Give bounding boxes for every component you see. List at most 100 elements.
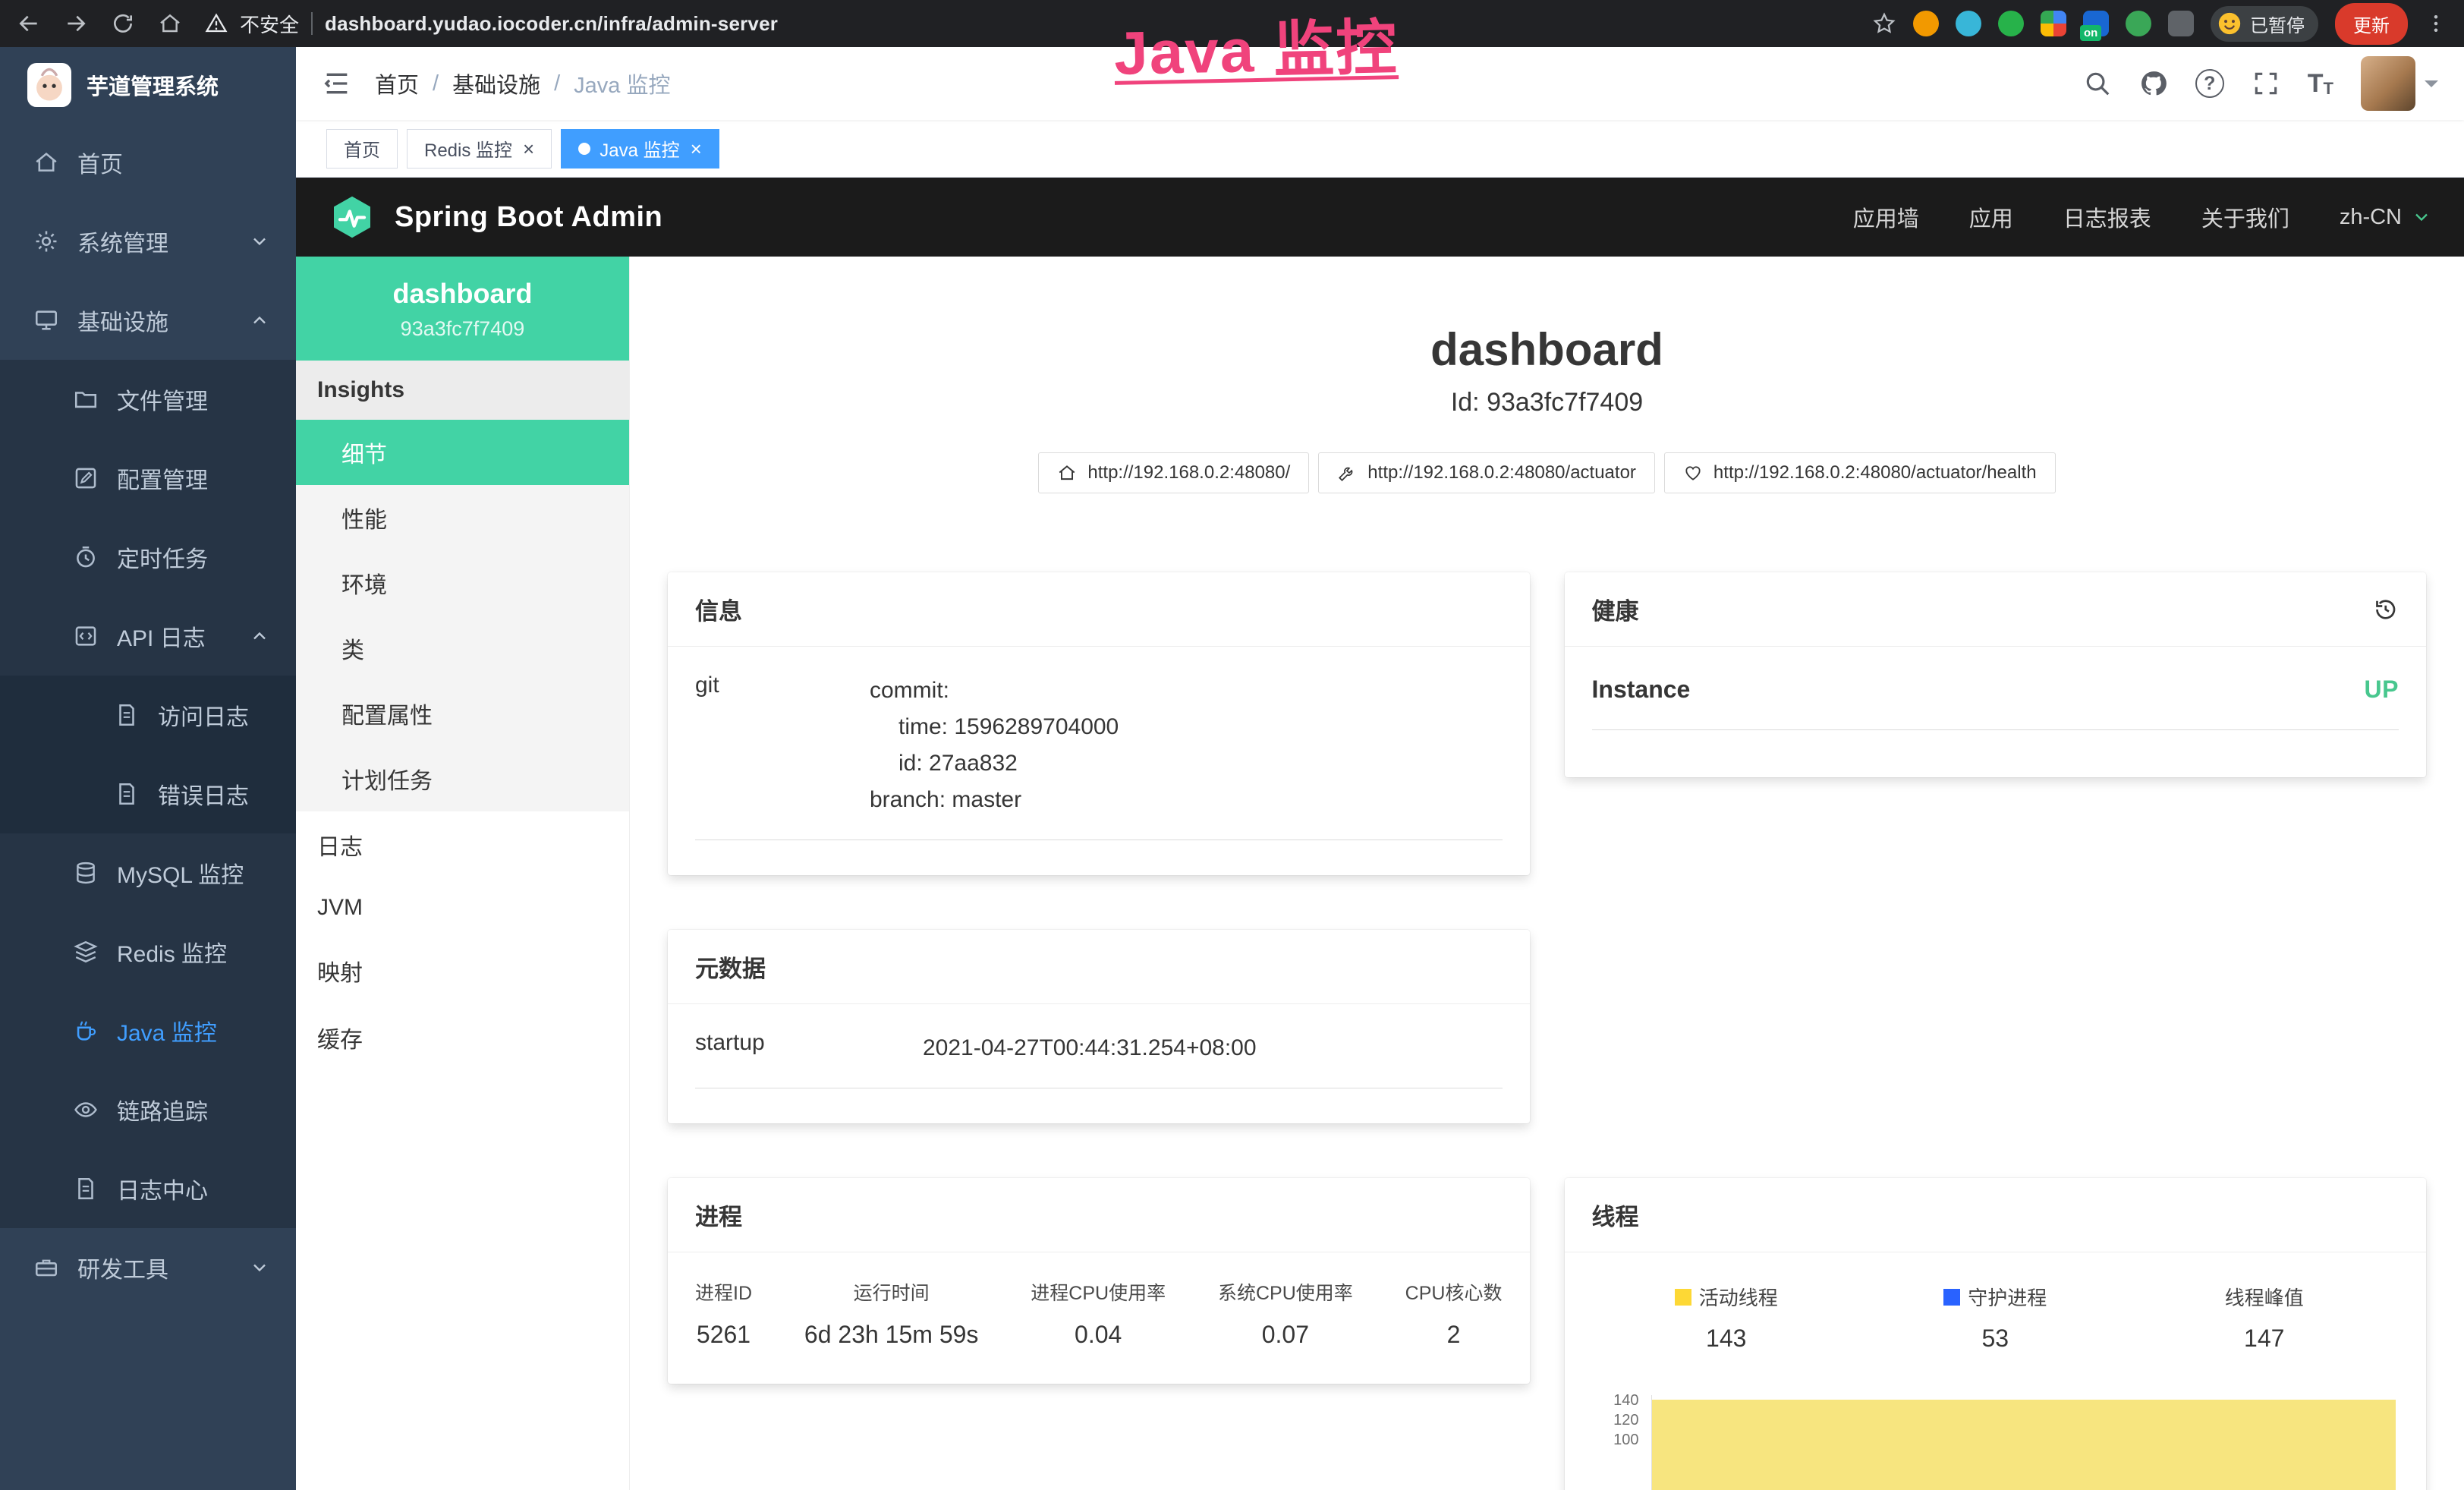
extension-icon[interactable] — [1998, 11, 2024, 36]
sidebar-item-config-management[interactable]: 配置管理 — [0, 439, 296, 518]
sidebar-item-access-logs[interactable]: 访问日志 — [0, 676, 296, 754]
sidebar-item-log-center[interactable]: 日志中心 — [0, 1149, 296, 1228]
sba-item-config-props[interactable]: 配置属性 — [296, 681, 629, 746]
sidebar-item-mysql-monitor[interactable]: MySQL 监控 — [0, 833, 296, 912]
sidebar-item-file-management[interactable]: 文件管理 — [0, 360, 296, 439]
sidebar-item-api-logs[interactable]: API 日志 — [0, 597, 296, 676]
sidebar-item-home[interactable]: 首页 — [0, 123, 296, 202]
extension-icon[interactable] — [2126, 11, 2151, 36]
sidebar-item-error-logs[interactable]: 错误日志 — [0, 754, 296, 833]
fullscreen-icon[interactable] — [2252, 69, 2280, 98]
sba-nav-wallboard[interactable]: 应用墙 — [1853, 201, 1919, 233]
bookmark-star-icon[interactable] — [1872, 11, 1896, 36]
sba-item-jvm[interactable]: JVM — [296, 878, 629, 937]
sba-nav-journal[interactable]: 日志报表 — [2063, 201, 2151, 233]
sba-item-caches[interactable]: 缓存 — [296, 1004, 629, 1071]
search-icon[interactable] — [2083, 69, 2112, 98]
git-branch-line: branch: master — [870, 782, 1503, 818]
browser-home-icon[interactable] — [158, 11, 182, 36]
update-label: 更新 — [2353, 11, 2390, 37]
sba-brand-title: Spring Boot Admin — [395, 201, 662, 234]
forward-icon[interactable] — [64, 11, 88, 36]
sidebar-item-java-monitor[interactable]: Java 监控 — [0, 991, 296, 1070]
app-logo-row[interactable]: 芋道管理系统 — [0, 47, 296, 123]
info-card: 信息 git commit: time: 1596289704000 id: 2… — [668, 572, 1530, 875]
breadcrumb-item-current: Java 监控 — [574, 68, 670, 99]
browser-menu-icon[interactable] — [2425, 12, 2447, 35]
table-row: Instance UP — [1592, 673, 2399, 730]
chevron-up-icon — [249, 625, 270, 647]
font-size-icon[interactable]: TT — [2308, 69, 2333, 99]
profile-avatar-icon — [2217, 11, 2242, 36]
actuator-url-button[interactable]: http://192.168.0.2:48080/actuator — [1318, 452, 1655, 493]
extension-icon[interactable] — [1913, 11, 1939, 36]
address-bar[interactable]: 不安全 dashboard.yudao.iocoder.cn/infra/adm… — [205, 10, 1849, 38]
back-icon[interactable] — [17, 11, 41, 36]
sba-item-performance[interactable]: 性能 — [296, 485, 629, 550]
tab-java-monitor[interactable]: Java 监控 × — [561, 129, 719, 169]
breadcrumb-item[interactable]: 基础设施 — [452, 68, 540, 99]
close-icon[interactable]: × — [691, 139, 702, 159]
update-button[interactable]: 更新 — [2335, 3, 2408, 45]
sba-header: Spring Boot Admin 应用墙 应用 日志报表 关于我们 zh-CN — [296, 178, 2464, 257]
sba-item-mappings[interactable]: 映射 — [296, 937, 629, 1004]
card-title: 元数据 — [695, 950, 766, 984]
tab-redis-monitor[interactable]: Redis 监控 × — [407, 129, 552, 169]
sba-sidebar: dashboard 93a3fc7f7409 Insights 细节 性能 环境… — [296, 257, 630, 1490]
chart-y-axis: 140 120 100 — [1592, 1395, 1651, 1490]
sidebar-item-infrastructure[interactable]: 基础设施 — [0, 281, 296, 360]
row-value: 2021-04-27T00:44:31.254+08:00 — [923, 1030, 1503, 1066]
legend-value: 147 — [2130, 1325, 2399, 1353]
sba-item-classes[interactable]: 类 — [296, 616, 629, 681]
extension-icon[interactable] — [2041, 11, 2066, 36]
sba-item-details[interactable]: 细节 — [296, 420, 629, 485]
health-card: 健康 Instance UP — [1565, 572, 2427, 777]
extension-icon[interactable] — [1956, 11, 1981, 36]
process-col: 进程CPU使用率 0.04 — [1031, 1278, 1166, 1349]
url-text: dashboard.yudao.iocoder.cn/infra/admin-s… — [325, 12, 778, 36]
sba-item-logs[interactable]: 日志 — [296, 811, 629, 878]
legend-square-yellow — [1675, 1289, 1691, 1306]
breadcrumb-separator: / — [433, 71, 439, 96]
avatar[interactable] — [2361, 56, 2415, 111]
tab-home[interactable]: 首页 — [326, 129, 398, 169]
sync-paused-badge[interactable]: 已暂停 — [2211, 6, 2318, 42]
sidebar-item-dev-tools[interactable]: 研发工具 — [0, 1228, 296, 1307]
sba-nav-applications[interactable]: 应用 — [1969, 201, 2013, 233]
sidebar-item-scheduled-tasks[interactable]: 定时任务 — [0, 518, 296, 597]
sidebar-item-label: 首页 — [77, 146, 123, 179]
cell-value: 2 — [1405, 1321, 1503, 1349]
paused-label: 已暂停 — [2250, 11, 2305, 37]
threads-chart: 140 120 100 — [1592, 1395, 2399, 1490]
legend-value: 143 — [1592, 1325, 1861, 1353]
close-icon[interactable]: × — [523, 139, 534, 159]
edit-icon — [73, 465, 99, 491]
document-icon — [114, 781, 140, 807]
active-threads-area — [1652, 1400, 2396, 1490]
breadcrumb-item[interactable]: 首页 — [375, 68, 419, 99]
sidebar-item-system[interactable]: 系统管理 — [0, 202, 296, 281]
instance-header[interactable]: dashboard 93a3fc7f7409 — [296, 257, 629, 361]
locale-selector[interactable]: zh-CN — [2340, 205, 2432, 230]
health-url-button[interactable]: http://192.168.0.2:48080/actuator/health — [1664, 452, 2056, 493]
sidebar-item-redis-monitor[interactable]: Redis 监控 — [0, 912, 296, 991]
extension-icon[interactable]: on — [2083, 11, 2109, 36]
sidebar-collapse-icon[interactable] — [322, 68, 352, 99]
github-icon[interactable] — [2139, 69, 2168, 98]
code-icon — [73, 623, 99, 649]
y-tick: 100 — [1613, 1432, 1638, 1449]
service-url-button[interactable]: http://192.168.0.2:48080/ — [1038, 452, 1309, 493]
address-separator — [311, 12, 313, 35]
sidebar-item-link-tracing[interactable]: 链路追踪 — [0, 1070, 296, 1149]
sba-item-scheduled-tasks[interactable]: 计划任务 — [296, 746, 629, 811]
sba-nav-about[interactable]: 关于我们 — [2201, 201, 2289, 233]
refresh-icon[interactable] — [111, 11, 135, 36]
sba-section-insights: Insights — [296, 361, 629, 420]
history-icon[interactable] — [2371, 596, 2399, 623]
database-icon — [73, 860, 99, 886]
user-menu[interactable] — [2361, 56, 2438, 111]
locale-label: zh-CN — [2340, 205, 2402, 230]
sba-item-environment[interactable]: 环境 — [296, 550, 629, 616]
extensions-puzzle-icon[interactable] — [2168, 11, 2194, 36]
help-icon[interactable]: ? — [2195, 69, 2224, 98]
